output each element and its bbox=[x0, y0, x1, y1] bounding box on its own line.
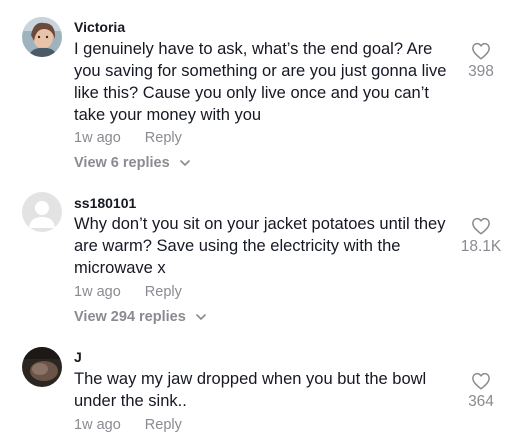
comment-time: 1w ago bbox=[74, 284, 121, 300]
avatar[interactable] bbox=[22, 347, 62, 387]
comments-list: Victoria I genuinely have to ask, what’s… bbox=[0, 0, 516, 443]
comment-username[interactable]: Victoria bbox=[74, 19, 125, 35]
reply-button[interactable]: Reply bbox=[145, 130, 182, 146]
heart-icon[interactable] bbox=[471, 372, 491, 390]
comment-text: Why don’t you sit on your jacket potatoe… bbox=[74, 215, 446, 277]
like-count: 18.1K bbox=[460, 238, 502, 255]
view-replies-label: View 294 replies bbox=[74, 309, 186, 325]
chevron-down-icon bbox=[179, 159, 190, 166]
like-count: 364 bbox=[468, 393, 494, 410]
like-control: 398 bbox=[451, 42, 511, 81]
like-control: 18.1K bbox=[451, 217, 511, 256]
reply-button[interactable]: Reply bbox=[145, 417, 182, 433]
comment-time: 1w ago bbox=[74, 417, 121, 433]
avatar[interactable] bbox=[22, 17, 62, 57]
heart-icon[interactable] bbox=[471, 42, 491, 60]
view-replies-label: View 6 replies bbox=[74, 155, 170, 171]
comment-text: The way my jaw dropped when you but the … bbox=[74, 370, 427, 410]
comment-meta: 1w ago Reply bbox=[74, 417, 182, 433]
view-replies-button[interactable]: View 294 replies bbox=[74, 309, 206, 325]
like-control: 364 bbox=[451, 372, 511, 411]
comment-time: 1w ago bbox=[74, 130, 121, 146]
like-count: 398 bbox=[468, 63, 494, 80]
chevron-down-icon bbox=[196, 313, 206, 320]
comment-meta: 1w ago Reply bbox=[74, 130, 182, 146]
comment-text: I genuinely have to ask, what’s the end … bbox=[74, 40, 447, 124]
comment-username[interactable]: ss180101 bbox=[74, 195, 136, 211]
comment-username[interactable]: J bbox=[74, 349, 82, 365]
comment-meta: 1w ago Reply bbox=[74, 284, 182, 300]
reply-button[interactable]: Reply bbox=[145, 284, 182, 300]
heart-icon[interactable] bbox=[471, 217, 491, 235]
view-replies-button[interactable]: View 6 replies bbox=[74, 155, 190, 171]
avatar[interactable] bbox=[22, 192, 62, 232]
